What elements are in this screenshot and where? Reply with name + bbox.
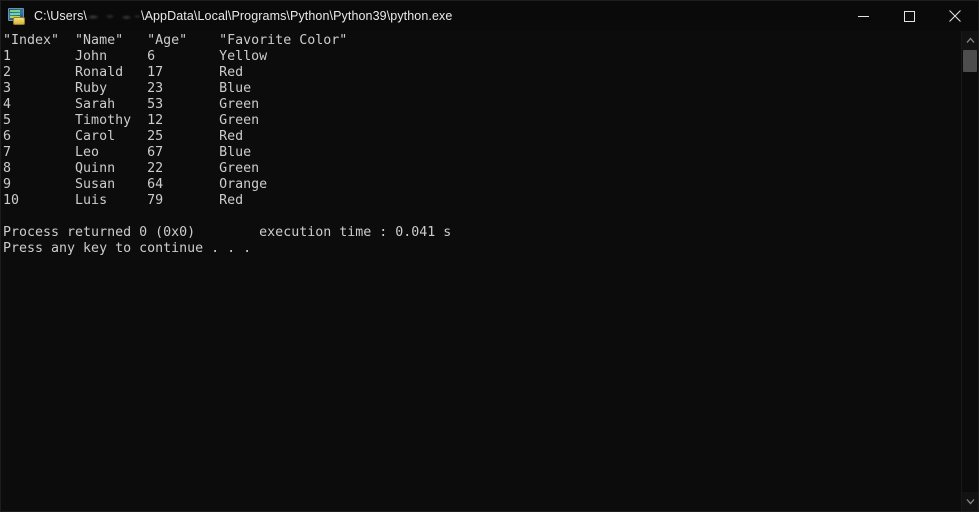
scroll-down-icon — [966, 498, 975, 505]
window-title-suffix: \AppData\Local\Programs\Python\Python39\… — [141, 9, 453, 23]
console-output-area[interactable]: "Index" "Name" "Age" "Favorite Color" 1 … — [1, 31, 961, 511]
scrollbar-thumb[interactable] — [963, 50, 977, 72]
minimize-icon — [857, 11, 869, 22]
scroll-down-button[interactable] — [962, 492, 978, 511]
console-app-icon — [8, 7, 26, 25]
window-title: C:\Users\ \AppData\Local\Programs\Python… — [34, 1, 840, 31]
maximize-button[interactable] — [886, 1, 932, 31]
title-bar[interactable]: C:\Users\ \AppData\Local\Programs\Python… — [1, 1, 978, 31]
scrollbar-track[interactable] — [962, 50, 978, 492]
minimize-button[interactable] — [840, 1, 886, 31]
close-button[interactable] — [932, 1, 978, 31]
close-icon — [949, 10, 961, 22]
window-controls — [840, 1, 978, 31]
console-base-glyph — [13, 17, 25, 25]
window-title-prefix: C:\Users\ — [34, 9, 87, 23]
scroll-up-button[interactable] — [962, 31, 978, 50]
console-body: "Index" "Name" "Age" "Favorite Color" 1 … — [1, 31, 978, 511]
window-title-username-redacted — [88, 10, 140, 22]
scroll-up-icon — [966, 37, 975, 44]
maximize-icon — [903, 10, 915, 22]
console-window: C:\Users\ \AppData\Local\Programs\Python… — [0, 0, 979, 512]
console-output-text: "Index" "Name" "Age" "Favorite Color" 1 … — [3, 33, 452, 256]
vertical-scrollbar[interactable] — [961, 31, 978, 511]
